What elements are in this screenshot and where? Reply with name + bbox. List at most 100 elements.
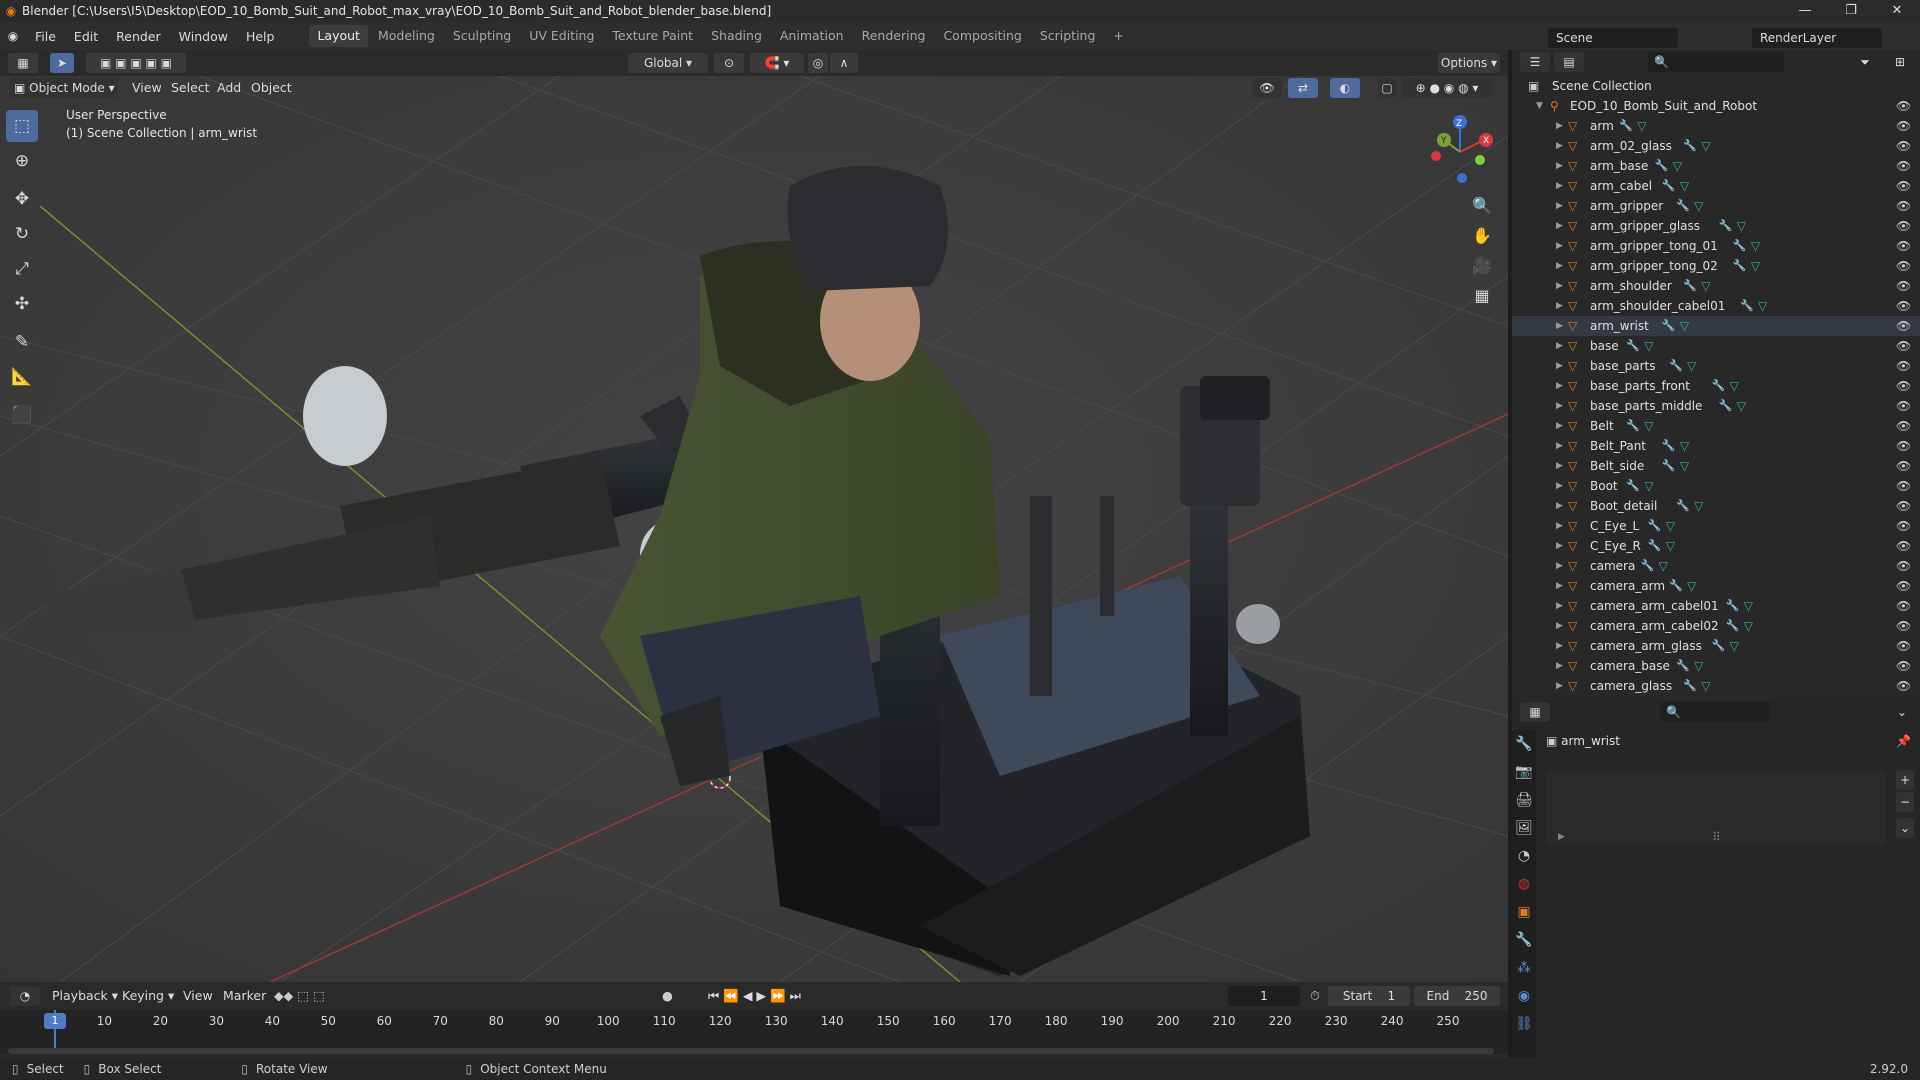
pivot-point-icon[interactable]: ⊙ [714, 53, 744, 73]
minimize-button[interactable]: — [1782, 0, 1828, 22]
tab-scripting[interactable]: Scripting [1032, 25, 1104, 47]
eye-icon[interactable]: 👁 [1896, 196, 1911, 216]
eye-icon[interactable]: 👁 [1896, 256, 1911, 276]
eye-icon[interactable]: 👁 [1896, 156, 1911, 176]
object-properties-icon[interactable]: ▣ [1512, 898, 1536, 926]
outliner-item-c-eye-r[interactable]: ▶ ▽ C_Eye_R 🔧 ▽ 👁 [1512, 536, 1920, 556]
outliner-search-input[interactable]: 🔍 [1648, 52, 1784, 72]
outliner-item-camera-glass[interactable]: ▶ ▽ camera_glass 🔧 ▽ 👁 [1512, 676, 1920, 696]
menu-object[interactable]: Object [251, 78, 292, 98]
zoom-icon[interactable]: 🔍 [1468, 192, 1496, 220]
eye-icon[interactable]: 👁 [1896, 176, 1911, 196]
mesh-data-icon[interactable]: ▽ [1644, 416, 1653, 436]
eye-icon[interactable]: 👁 [1896, 556, 1911, 576]
collection-row[interactable]: ▼ ⚲ EOD_10_Bomb_Suit_and_Robot 👁 [1512, 96, 1920, 116]
start-frame-field[interactable]: Start 1 [1328, 986, 1410, 1006]
eye-icon[interactable]: 👁 [1896, 356, 1911, 376]
scene-properties-icon[interactable]: ◔ [1512, 842, 1536, 870]
mesh-data-icon[interactable]: ▽ [1701, 676, 1710, 696]
modifier-icon[interactable]: 🔧 [1626, 476, 1640, 496]
mesh-data-icon[interactable]: ▽ [1666, 536, 1675, 556]
mesh-data-icon[interactable]: ▽ [1737, 216, 1746, 236]
menu-file[interactable]: File [26, 29, 65, 44]
outliner-item-arm-gripper[interactable]: ▶ ▽ arm_gripper 🔧 ▽ 👁 [1512, 196, 1920, 216]
tab-compositing[interactable]: Compositing [935, 25, 1029, 47]
mesh-data-icon[interactable]: ▽ [1730, 376, 1739, 396]
outliner-item-camera-base[interactable]: ▶ ▽ camera_base 🔧 ▽ 👁 [1512, 656, 1920, 676]
keyframe-icons[interactable]: ◆◆ ⬚ ⬚ [274, 986, 325, 1006]
expand-toggle-icon[interactable]: ▼ [1536, 96, 1543, 116]
expand-toggle-icon[interactable]: ▶ [1556, 676, 1563, 696]
current-frame-field[interactable]: 1 [1228, 986, 1300, 1006]
new-collection-icon[interactable]: ⊞ [1888, 52, 1912, 72]
modifier-icon[interactable]: 🔧 [1648, 516, 1662, 536]
transform-tool-icon[interactable]: ✣ [6, 288, 38, 320]
expand-toggle-icon[interactable]: ▶ [1556, 296, 1563, 316]
mesh-data-icon[interactable]: ▽ [1744, 596, 1753, 616]
modifier-icon[interactable]: 🔧 [1662, 176, 1676, 196]
annotate-tool-icon[interactable]: ✎ [6, 326, 38, 358]
outliner-item-arm-gripper-tong-01[interactable]: ▶ ▽ arm_gripper_tong_01 🔧 ▽ 👁 [1512, 236, 1920, 256]
modifier-icon[interactable]: 🔧 [1719, 216, 1733, 236]
playback-controls[interactable]: ⏮⏪◀▶⏩⏭ [708, 986, 805, 1006]
render-layer-selector[interactable]: RenderLayer [1752, 28, 1882, 48]
restore-button[interactable]: ❐ [1828, 0, 1874, 22]
mesh-data-icon[interactable]: ▽ [1680, 456, 1689, 476]
outliner-item-belt[interactable]: ▶ ▽ Belt 🔧 ▽ 👁 [1512, 416, 1920, 436]
expand-toggle-icon[interactable]: ▶ [1556, 216, 1563, 236]
tab-animation[interactable]: Animation [772, 25, 852, 47]
eye-icon[interactable]: 👁 [1896, 436, 1911, 456]
outliner-item-arm-wrist[interactable]: ▶ ▽ arm_wrist 🔧 ▽ 👁 [1512, 316, 1920, 336]
eye-icon[interactable]: 👁 [1896, 476, 1911, 496]
expand-toggle-icon[interactable]: ▶ [1556, 496, 1563, 516]
modifier-icon[interactable]: 🔧 [1662, 436, 1676, 456]
eye-icon[interactable]: 👁 [1896, 676, 1911, 696]
eye-icon[interactable]: 👁 [1896, 636, 1911, 656]
navigation-gizmo[interactable]: Z X Y [1420, 112, 1500, 192]
menu-timeline-view[interactable]: View [183, 986, 213, 1006]
particles-icon[interactable]: ⁂ [1512, 954, 1536, 982]
material-slot-list[interactable]: ▶ ⠿ [1546, 770, 1886, 846]
mesh-data-icon[interactable]: ▽ [1751, 236, 1760, 256]
expand-toggle-icon[interactable]: ▶ [1556, 316, 1563, 336]
camera-view-icon[interactable]: 🎥 [1468, 252, 1496, 280]
expand-toggle-icon[interactable]: ▶ [1556, 616, 1563, 636]
expand-toggle-icon[interactable]: ▶ [1556, 436, 1563, 456]
filter-icon[interactable]: ⏷ [1850, 52, 1880, 72]
display-mode-icon[interactable]: ▤ [1554, 52, 1584, 72]
eye-icon[interactable]: 👁 [1896, 496, 1911, 516]
eye-icon[interactable]: 👁 [1896, 276, 1911, 296]
menu-keying[interactable]: Keying ▾ [122, 986, 174, 1006]
menu-view[interactable]: View [132, 78, 162, 98]
expand-toggle-icon[interactable]: ▶ [1556, 476, 1563, 496]
gizmo-toggle-icon[interactable]: ⇄ [1288, 78, 1318, 98]
tool-properties-icon[interactable]: 🔧 [1512, 730, 1536, 758]
outliner-item-c-eye-l[interactable]: ▶ ▽ C_Eye_L 🔧 ▽ 👁 [1512, 516, 1920, 536]
mesh-data-icon[interactable]: ▽ [1666, 516, 1675, 536]
mesh-data-icon[interactable]: ▽ [1744, 616, 1753, 636]
modifier-icon[interactable]: 🔧 [1712, 636, 1726, 656]
outliner-item-camera-arm[interactable]: ▶ ▽ camera_arm 🔧 ▽ 👁 [1512, 576, 1920, 596]
mesh-data-icon[interactable]: ▽ [1680, 316, 1689, 336]
orthographic-toggle-icon[interactable]: ▦ [1468, 282, 1496, 310]
tab-uv-editing[interactable]: UV Editing [521, 25, 602, 47]
scale-tool-icon[interactable]: ⤢ [6, 253, 38, 285]
outliner-item-boot-detail[interactable]: ▶ ▽ Boot_detail 🔧 ▽ 👁 [1512, 496, 1920, 516]
outliner-item-camera-arm-glass[interactable]: ▶ ▽ camera_arm_glass 🔧 ▽ 👁 [1512, 636, 1920, 656]
modifier-icon[interactable]: 🔧 [1683, 276, 1697, 296]
cursor-tool-icon[interactable]: ⊕ [6, 145, 38, 177]
expand-toggle-icon[interactable]: ▶ [1556, 516, 1563, 536]
eye-icon[interactable]: 👁 [1896, 116, 1911, 136]
mesh-data-icon[interactable]: ▽ [1701, 276, 1710, 296]
modifier-icon[interactable]: 🔧 [1648, 536, 1662, 556]
modifier-icon[interactable]: 🔧 [1712, 376, 1726, 396]
modifier-icon[interactable]: 🔧 [1733, 256, 1747, 276]
modifier-icon[interactable]: 🔧 [1669, 576, 1683, 596]
modifier-icon[interactable]: 🔧 [1740, 296, 1754, 316]
menu-add[interactable]: Add [217, 78, 241, 98]
outliner-item-base-parts-middle[interactable]: ▶ ▽ base_parts_middle 🔧 ▽ 👁 [1512, 396, 1920, 416]
tab-texture-paint[interactable]: Texture Paint [604, 25, 701, 47]
mesh-data-icon[interactable]: ▽ [1644, 336, 1653, 356]
mesh-data-icon[interactable]: ▽ [1737, 396, 1746, 416]
list-expand-icon[interactable]: ▶ [1558, 832, 1565, 842]
